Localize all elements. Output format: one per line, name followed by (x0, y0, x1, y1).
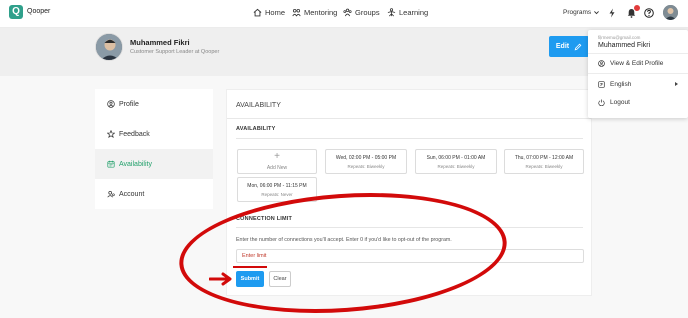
slot-repeat: Repeats: Biweekly (437, 164, 475, 169)
learning-icon (387, 8, 396, 17)
edit-profile-button[interactable]: Edit (549, 36, 589, 57)
sidebar-item-label: Availability (119, 160, 152, 168)
language-label: English (610, 81, 632, 88)
slot-time: Mon, 06:00 PM - 11:15 PM (247, 183, 307, 189)
logout-item[interactable]: Logout (598, 99, 630, 106)
edit-button-label: Edit (555, 43, 570, 50)
profile-role: Customer Support Leader at Qooper (130, 49, 220, 55)
add-new-label: Add New (266, 165, 288, 171)
language-icon (598, 81, 605, 88)
sidebar-item-feedback[interactable]: Feedback (95, 119, 213, 149)
availability-section-label: AVAILABILITY (236, 126, 276, 132)
divider (236, 138, 583, 139)
divider (227, 118, 591, 119)
availability-slot[interactable]: Wed, 02:00 PM - 05:00 PM Repeats: Biweek… (325, 149, 407, 174)
logout-label: Logout (610, 99, 630, 106)
nav-home[interactable]: Home (253, 8, 285, 17)
annotation-underline (233, 266, 267, 268)
availability-slot[interactable]: Thu, 07:00 PM - 12:00 AM Repeats: Biweek… (504, 149, 584, 174)
availability-slot[interactable]: Sun, 06:00 PM - 01:00 AM Repeats: Biweek… (415, 149, 497, 174)
sidebar-item-account[interactable]: Account (95, 179, 213, 209)
slot-repeat: Repeats: Biweekly (347, 164, 385, 169)
sidebar-item-label: Profile (119, 100, 139, 108)
view-edit-profile-item[interactable]: View & Edit Profile (598, 60, 663, 67)
notification-badge (634, 5, 640, 11)
groups-icon (343, 8, 352, 17)
top-navbar: Q Qooper Home Mentoring Groups Learning … (0, 0, 688, 28)
user-avatar[interactable] (663, 5, 678, 20)
mentoring-icon (292, 8, 301, 17)
add-availability-button[interactable]: + Add New (237, 149, 317, 174)
nav-groups[interactable]: Groups (343, 8, 380, 17)
profile-name: Muhammed Fikri (130, 38, 190, 47)
settings-sidebar: Profile Feedback Availability Account (95, 89, 213, 209)
programs-label: Programs (563, 9, 592, 16)
brand-name[interactable]: Qooper (27, 8, 50, 15)
language-item[interactable]: English (598, 81, 631, 88)
nav-mentoring[interactable]: Mentoring (292, 8, 337, 17)
notifications-icon[interactable] (626, 5, 640, 18)
nav-mentoring-label: Mentoring (304, 8, 338, 17)
help-icon[interactable] (643, 7, 654, 18)
user-circle-icon (107, 100, 115, 108)
programs-dropdown[interactable]: Programs (563, 9, 600, 16)
nav-home-label: Home (265, 8, 286, 17)
sidebar-item-availability[interactable]: Availability (95, 149, 213, 179)
plus-icon: + (274, 151, 280, 162)
divider (588, 53, 688, 54)
profile-dropdown-menu: fiḷrmemu@gmail.com Muhammed Fikri View &… (588, 30, 688, 118)
sidebar-item-label: Feedback (119, 130, 150, 138)
annotation-arrow-icon (209, 272, 232, 286)
sidebar-item-label: Account (119, 190, 145, 198)
page-title: AVAILABILITY (236, 102, 281, 109)
slot-time: Wed, 02:00 PM - 05:00 PM (335, 155, 397, 161)
dropdown-user-name: Muhammed Fikri (598, 42, 651, 49)
slot-repeat: Repeats: Never (261, 192, 293, 197)
logo-icon[interactable]: Q (9, 5, 23, 19)
nav-learning-label: Learning (399, 8, 429, 17)
slot-repeat: Repeats: Biweekly (525, 164, 563, 169)
lightning-icon[interactable] (606, 7, 617, 18)
chevron-right-icon (675, 82, 678, 86)
nav-groups-label: Groups (355, 8, 380, 17)
account-icon (107, 191, 115, 198)
nav-learning[interactable]: Learning (387, 8, 428, 17)
profile-avatar (95, 33, 123, 61)
slot-time: Thu, 07:00 PM - 12:00 AM (514, 155, 574, 161)
calendar-icon (107, 160, 115, 168)
view-edit-profile-label: View & Edit Profile (610, 60, 664, 67)
slot-time: Sun, 06:00 PM - 01:00 AM (426, 155, 486, 161)
dropdown-email: fiḷrmemu@gmail.com (598, 35, 641, 40)
user-circle-icon (598, 60, 605, 67)
power-icon (598, 99, 605, 106)
star-icon (107, 130, 115, 138)
sidebar-item-profile[interactable]: Profile (95, 89, 213, 119)
divider (588, 73, 688, 74)
pencil-icon (574, 43, 582, 50)
home-icon (253, 8, 262, 17)
chevron-down-icon (594, 11, 600, 15)
